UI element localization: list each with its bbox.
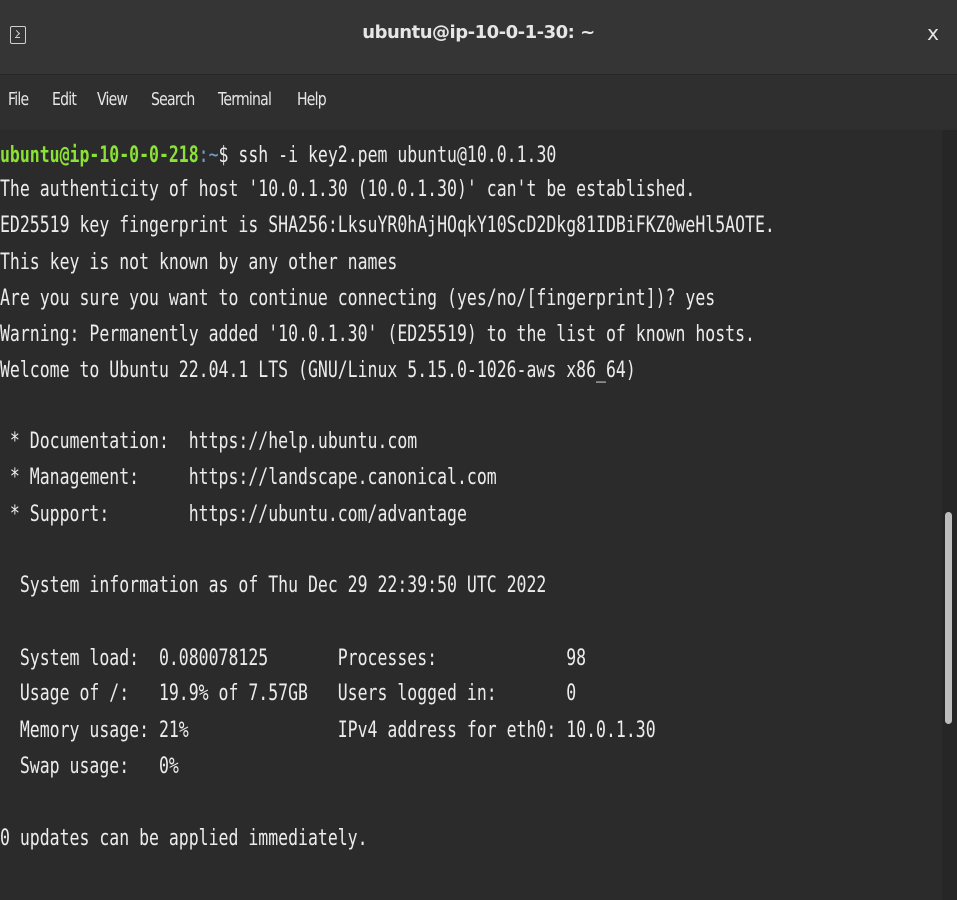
title-bar[interactable]: ubuntu@ip-10-0-1-30: ~ x: [0, 0, 957, 75]
output-line: ED25519 key fingerprint is SHA256:LksuYR…: [0, 213, 775, 238]
menu-edit[interactable]: Edit: [52, 89, 77, 110]
output-line: Swap usage: 0%: [0, 754, 179, 779]
menu-file[interactable]: File: [8, 89, 29, 110]
terminal-window: ubuntu@ip-10-0-1-30: ~ x File Edit View …: [0, 0, 957, 900]
prompt-symbol: $: [218, 143, 239, 168]
vertical-scrollbar[interactable]: [942, 130, 957, 900]
output-line: The authenticity of host '10.0.1.30 (10.…: [0, 177, 696, 202]
output-line: * Management: https://landscape.canonica…: [0, 465, 497, 490]
output-line: This key is not known by any other names: [0, 250, 398, 275]
output-line: * Documentation: https://help.ubuntu.com: [0, 429, 418, 454]
output-line: Usage of /: 19.9% of 7.57GB Users logged…: [0, 681, 577, 706]
output-line: Are you sure you want to continue connec…: [0, 286, 716, 311]
terminal-output[interactable]: ubuntu@ip-10-0-0-218:~$ ssh -i key2.pem …: [0, 130, 942, 900]
menu-bar: File Edit View Search Terminal Help: [0, 75, 957, 129]
menu-terminal[interactable]: Terminal: [218, 89, 272, 110]
close-button[interactable]: x: [923, 20, 943, 46]
menu-view[interactable]: View: [97, 89, 128, 110]
command-text: ssh -i key2.pem ubuntu@10.0.1.30: [238, 143, 557, 168]
prompt-user-host: ubuntu@ip-10-0-0-218: [0, 143, 199, 168]
menu-search[interactable]: Search: [151, 89, 195, 110]
menu-help[interactable]: Help: [297, 89, 327, 110]
window-title: ubuntu@ip-10-0-1-30: ~: [362, 22, 595, 43]
output-line: Welcome to Ubuntu 22.04.1 LTS (GNU/Linux…: [0, 358, 636, 383]
scrollbar-thumb[interactable]: [945, 512, 952, 724]
output-line: * Support: https://ubuntu.com/advantage: [0, 502, 467, 527]
prompt-line: ubuntu@ip-10-0-0-218:~$ ssh -i key2.pem …: [0, 139, 556, 173]
output-line: System information as of Thu Dec 29 22:3…: [0, 573, 547, 598]
output-line: Memory usage: 21% IPv4 address for eth0:…: [0, 718, 656, 743]
output-line: 0 updates can be applied immediately.: [0, 826, 368, 851]
output-line: System load: 0.080078125 Processes: 98: [0, 646, 587, 671]
prompt-path: :~: [198, 143, 219, 168]
output-line: Warning: Permanently added '10.0.1.30' (…: [0, 322, 755, 347]
